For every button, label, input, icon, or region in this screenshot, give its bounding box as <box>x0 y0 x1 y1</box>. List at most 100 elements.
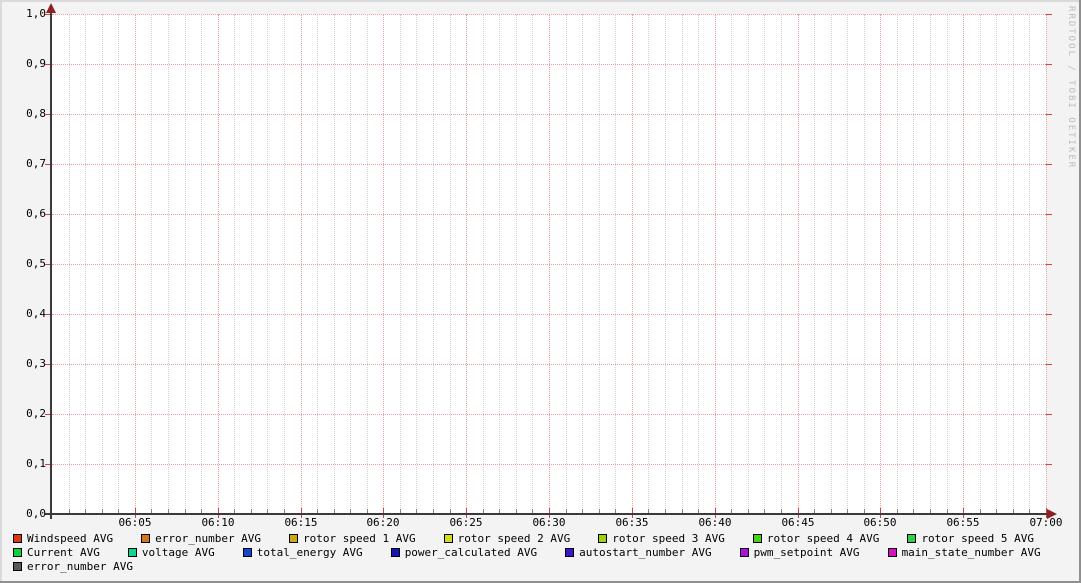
legend-color-swatch <box>141 534 151 543</box>
legend-item: rotor speed 2 AVG <box>443 532 571 545</box>
legend-label: main_state_number AVG <box>901 546 1041 559</box>
gridline-vertical-minor <box>1013 14 1014 514</box>
gridline-vertical-minor <box>930 14 931 514</box>
legend-item: error_number AVG <box>13 560 133 573</box>
gridline-vertical-minor <box>1029 14 1030 514</box>
gridline-vertical-major <box>880 14 881 514</box>
legend-label: rotor speed 2 AVG <box>457 532 571 545</box>
legend-color-swatch <box>598 534 608 543</box>
y-axis-tick-label: 1,0 <box>26 7 46 20</box>
gridline-vertical-minor <box>433 14 434 514</box>
rrdtool-graph: 1,0 0,9 0,8 0,7 0,6 0,5 0,4 0,3 0,2 0,1 0,0 06:05 06… <box>0 0 1081 583</box>
legend-label: Current AVG <box>27 546 100 559</box>
x-axis-tick-label: 06:15 <box>284 516 318 529</box>
gridline-vertical-minor <box>698 14 699 514</box>
gridline-vertical-minor <box>118 14 119 514</box>
legend-label: autostart_number AVG <box>579 546 712 559</box>
legend-label: pwm_setpoint AVG <box>753 546 860 559</box>
legend-label: rotor speed 4 AVG <box>766 532 880 545</box>
gridline-vertical-minor <box>781 14 782 514</box>
gridline-vertical-minor <box>913 14 914 514</box>
legend: Windspeed AVG error_number AVG rotor speed… <box>13 532 1077 574</box>
gridline-vertical-minor <box>864 14 865 514</box>
gridline-vertical-minor <box>284 14 285 514</box>
y-axis-arrow-icon <box>46 3 56 13</box>
x-axis-tick-label: 06:50 <box>863 516 897 529</box>
y-axis-tick-label: 0,9 <box>26 57 46 70</box>
legend-item: rotor speed 4 AVG <box>752 532 880 545</box>
y-axis-tick-label: 0,6 <box>26 207 46 220</box>
gridline-vertical-minor <box>847 14 848 514</box>
legend-color-swatch <box>887 548 897 557</box>
gridline-vertical-major <box>218 14 219 514</box>
gridline-vertical-minor <box>499 14 500 514</box>
gridline-vertical-major <box>301 14 302 514</box>
legend-label: rotor speed 3 AVG <box>612 532 725 545</box>
y-axis-tick-label: 0,8 <box>26 107 46 120</box>
y-axis-tick-label: 0,3 <box>26 357 46 370</box>
x-axis-arrow-icon <box>1047 509 1057 519</box>
legend-color-swatch <box>752 534 762 543</box>
y-axis-tick-label: 0,5 <box>26 257 46 270</box>
y-axis-line <box>50 8 52 519</box>
x-axis-tick-label: 06:40 <box>698 516 732 529</box>
gridline-vertical-minor <box>234 14 235 514</box>
x-axis-tick-label: 06:45 <box>781 516 815 529</box>
legend-color-swatch <box>289 534 299 543</box>
legend-label: rotor speed 1 AVG <box>303 532 416 545</box>
gridline-vertical-minor <box>566 14 567 514</box>
gridline-vertical-minor <box>400 14 401 514</box>
legend-label: rotor speed 5 AVG <box>921 532 1035 545</box>
gridline-vertical-minor <box>102 14 103 514</box>
gridline-vertical-minor <box>648 14 649 514</box>
gridline-vertical-minor <box>731 14 732 514</box>
legend-item: main_state_number AVG <box>887 546 1041 559</box>
legend-color-swatch <box>443 534 453 543</box>
gridline-vertical-minor <box>317 14 318 514</box>
y-axis-tick-label: 0,1 <box>26 457 46 470</box>
gridline-vertical-minor <box>814 14 815 514</box>
gridline-vertical-minor <box>450 14 451 514</box>
legend-item: voltage AVG <box>127 546 215 559</box>
gridline-vertical-major <box>798 14 799 514</box>
y-axis-tick-right <box>1046 114 1052 115</box>
gridline-vertical-minor <box>947 14 948 514</box>
gridline-vertical-minor <box>764 14 765 514</box>
legend-color-swatch <box>739 548 749 557</box>
gridline-vertical-major <box>632 14 633 514</box>
legend-item: power_calculated AVG <box>390 546 537 559</box>
legend-item: autostart_number AVG <box>565 546 712 559</box>
y-axis-tick-right <box>1046 464 1052 465</box>
legend-color-swatch <box>13 534 22 543</box>
y-axis-tick-label: 0,7 <box>26 157 46 170</box>
gridline-vertical-minor <box>201 14 202 514</box>
frame-border-top <box>0 0 1081 2</box>
gridline-vertical-major <box>963 14 964 514</box>
y-axis-tick-right <box>1046 414 1052 415</box>
gridline-vertical-minor <box>168 14 169 514</box>
y-axis-tick-right <box>1046 164 1052 165</box>
legend-row: Current AVG voltage AVG total_energy AVG po… <box>13 546 1077 559</box>
gridline-vertical-major <box>466 14 467 514</box>
legend-color-swatch <box>390 548 400 557</box>
y-axis-tick-right <box>1046 64 1052 65</box>
legend-item: rotor speed 1 AVG <box>289 532 416 545</box>
gridline-vertical-minor <box>599 14 600 514</box>
gridline-vertical-minor <box>483 14 484 514</box>
legend-item: rotor speed 5 AVG <box>907 532 1034 545</box>
gridline-vertical-minor <box>615 14 616 514</box>
legend-item: rotor speed 3 AVG <box>598 532 725 545</box>
gridline-vertical-minor <box>334 14 335 514</box>
gridline-vertical-minor <box>980 14 981 514</box>
gridline-vertical-minor <box>251 14 252 514</box>
gridline-vertical-minor <box>665 14 666 514</box>
gridline-vertical-minor <box>267 14 268 514</box>
legend-item: error_number AVG <box>141 532 261 545</box>
gridline-vertical-minor <box>831 14 832 514</box>
legend-label: total_energy AVG <box>256 546 363 559</box>
gridline-vertical-minor <box>996 14 997 514</box>
gridline-vertical-minor <box>416 14 417 514</box>
x-axis-line <box>45 513 1048 515</box>
legend-label: error_number AVG <box>155 532 262 545</box>
plot-area <box>52 14 1047 515</box>
